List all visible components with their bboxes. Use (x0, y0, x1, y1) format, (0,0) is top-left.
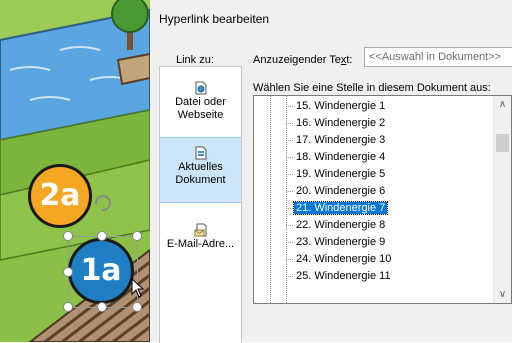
resize-handle[interactable] (132, 302, 142, 312)
tree-item-label: 21. Windenergie 7 (292, 201, 389, 215)
tree-item[interactable]: 23. Windenergie 9 (286, 234, 387, 251)
dialog-title: Hyperlink bearbeiten (159, 12, 270, 26)
resize-handle[interactable] (97, 302, 107, 312)
tree-item[interactable]: 24. Windenergie 10 (286, 251, 393, 268)
mouse-cursor-icon (131, 278, 145, 298)
tree-item[interactable]: 18. Windenergie 4 (286, 149, 387, 166)
file-web-icon (194, 81, 208, 95)
tree-connector (286, 123, 293, 124)
document-location-tree[interactable]: 15. Windenergie 1 16. Windenergie 2 17. Wi… (253, 95, 512, 304)
tree-guide-line (270, 96, 271, 303)
tree-item-label: 24. Windenergie 10 (296, 253, 392, 265)
link-to-label: Link zu: (176, 54, 214, 66)
scroll-down-button[interactable]: ∨ (494, 286, 511, 303)
tree-connector (286, 259, 293, 260)
tree-connector (286, 242, 293, 243)
tree-item-label: 19. Windenergie 5 (296, 168, 386, 180)
current-document-icon (194, 146, 208, 160)
badge-2a[interactable]: 2a (28, 164, 92, 228)
badge-1a[interactable]: 1a (68, 238, 134, 304)
tree-connector (286, 140, 293, 141)
scroll-up-button[interactable]: ∧ (494, 96, 511, 113)
tree-item[interactable]: 15. Windenergie 1 (286, 98, 387, 115)
slide-canvas: 2a 1a (0, 0, 150, 342)
tree-item[interactable]: 25. Windenergie 11 (286, 268, 393, 285)
tree-item[interactable]: 22. Windenergie 8 (286, 217, 387, 234)
scroll-thumb[interactable] (496, 134, 509, 152)
display-text-input[interactable]: <<Auswahl in Dokument>> (364, 47, 512, 67)
resize-handle[interactable] (97, 231, 107, 241)
nav-current-document[interactable]: Aktuelles Dokument (160, 137, 241, 203)
tree-connector (286, 208, 293, 209)
badge-1a-label: 1a (80, 253, 122, 288)
tree-item-label: 23. Windenergie 9 (296, 236, 386, 248)
tree-item[interactable]: 20. Windenergie 6 (286, 183, 387, 200)
tree-item-label: 15. Windenergie 1 (296, 100, 386, 112)
display-text-label: Anzuzeigender Text: (253, 54, 353, 66)
resize-handle[interactable] (132, 231, 142, 241)
nav-file-or-webpage[interactable]: Datei oder Webseite (160, 81, 241, 122)
nav-file-label-2: Webseite (177, 109, 224, 121)
resize-handle[interactable] (63, 267, 73, 277)
choose-location-label: Wählen Sie eine Stelle in diesem Dokumen… (253, 82, 491, 94)
badge-2a-label: 2a (39, 178, 81, 213)
email-icon (194, 223, 208, 237)
resize-handle[interactable] (63, 302, 73, 312)
tree-item-label: 25. Windenergie 11 (296, 270, 391, 282)
nav-doc-label-1: Aktuelles (178, 161, 223, 173)
tree-connector (286, 174, 293, 175)
edit-hyperlink-dialog: Hyperlink bearbeiten Link zu: Anzuzeigen… (150, 0, 512, 343)
tree-guide-line (286, 96, 287, 303)
resize-handle[interactable] (63, 231, 73, 241)
access-key: x (340, 54, 347, 66)
tree-item-label: 18. Windenergie 4 (296, 151, 386, 163)
tree-item-label: 22. Windenergie 8 (296, 219, 386, 231)
tree-item-label: 20. Windenergie 6 (296, 185, 386, 197)
nav-doc-label-2: Dokument (175, 174, 226, 186)
nav-email-label: E-Mail-Adre... (166, 238, 235, 250)
tree-item-label: 16. Windenergie 2 (296, 117, 386, 129)
tree-item[interactable]: 16. Windenergie 2 (286, 115, 387, 132)
tree-item-label: 17. Windenergie 3 (296, 134, 386, 146)
tree-connector (286, 191, 293, 192)
tree-connector (286, 225, 293, 226)
nav-email-address[interactable]: E-Mail-Adre... (160, 215, 241, 251)
tree-item[interactable]: 21. Windenergie 7 (286, 200, 389, 217)
nav-file-label-1: Datei oder (175, 96, 226, 108)
link-to-pane: Datei oder Webseite Aktuelles Dokument E… (159, 66, 242, 343)
tree-connector (286, 157, 293, 158)
tree-item[interactable]: 17. Windenergie 3 (286, 132, 387, 149)
tree-item[interactable]: 19. Windenergie 5 (286, 166, 387, 183)
tree-connector (286, 106, 293, 107)
tree-connector (286, 276, 293, 277)
tree-scrollbar[interactable]: ∧ ∨ (493, 96, 511, 303)
